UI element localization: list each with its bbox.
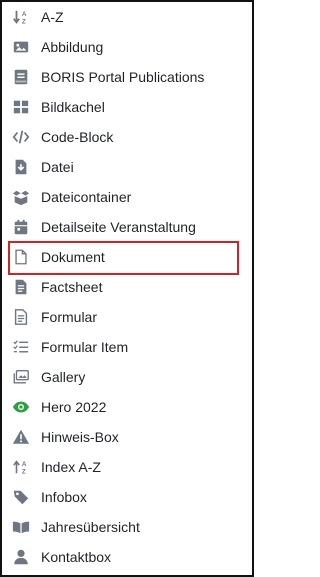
list-item-label: Factsheet	[41, 279, 103, 295]
tag-icon	[11, 487, 31, 507]
list-item-label: Gallery	[41, 369, 86, 385]
list-item-abbildung[interactable]: Abbildung	[2, 32, 252, 62]
list-item-label: Code-Block	[41, 129, 114, 145]
list-item-label: Dateicontainer	[41, 189, 132, 205]
list-check-icon	[11, 337, 31, 357]
svg-text:Z: Z	[22, 18, 26, 25]
list-item-label: Detailseite Veranstaltung	[41, 219, 196, 235]
list-item-label: Hero 2022	[41, 399, 107, 415]
box-open-icon	[11, 187, 31, 207]
list-item-label: A-Z	[41, 9, 64, 25]
warning-icon	[11, 427, 31, 447]
list-item-formular[interactable]: Formular	[2, 302, 252, 332]
list-item-bildkachel[interactable]: Bildkachel	[2, 92, 252, 122]
list-item-infobox[interactable]: Infobox	[2, 482, 252, 512]
list-item-label: Bildkachel	[41, 99, 105, 115]
list-item-gallery[interactable]: Gallery	[2, 362, 252, 392]
svg-text:A: A	[22, 11, 27, 18]
eye-icon	[11, 397, 31, 417]
list-item-hero-2022[interactable]: Hero 2022	[2, 392, 252, 422]
list-item-index-a-z[interactable]: AZ Index A-Z	[2, 452, 252, 482]
list-item-label: Datei	[41, 159, 74, 175]
list-item-dateicontainer[interactable]: Dateicontainer	[2, 182, 252, 212]
code-icon	[11, 127, 31, 147]
list-item-jahresuebersicht[interactable]: Jahresübersicht	[2, 512, 252, 542]
list-item-label: Abbildung	[41, 39, 104, 55]
list-item-label: Formular Item	[41, 339, 129, 355]
list-item-boris-portal-publications[interactable]: BORIS Portal Publications	[2, 62, 252, 92]
tiles-icon	[11, 97, 31, 117]
images-icon	[11, 367, 31, 387]
list-item-label: Formular	[41, 309, 98, 325]
selection-highlight	[8, 241, 239, 275]
book-icon	[11, 67, 31, 87]
list-item-datei[interactable]: Datei	[2, 152, 252, 182]
svg-text:A: A	[22, 461, 27, 468]
sort-az-icon: AZ	[11, 7, 31, 27]
list-item-label: BORIS Portal Publications	[41, 69, 205, 85]
calendar-icon	[11, 217, 31, 237]
open-book-icon	[11, 517, 31, 537]
list-item-kontaktbox[interactable]: Kontaktbox	[2, 542, 252, 572]
list-item-label: Kontaktbox	[41, 549, 112, 565]
list-item-code-block[interactable]: Code-Block	[2, 122, 252, 152]
form-icon	[11, 307, 31, 327]
file-download-icon	[11, 157, 31, 177]
list-item-formular-item[interactable]: Formular Item	[2, 332, 252, 362]
list-item-label: Hinweis-Box	[41, 429, 119, 445]
list-item-factsheet[interactable]: Factsheet	[2, 272, 252, 302]
list-item-hinweis-box[interactable]: Hinweis-Box	[2, 422, 252, 452]
content-element-list-panel: AZ A-Z Abbildung BORIS Portal Publicatio…	[0, 0, 254, 577]
user-icon	[11, 547, 31, 567]
image-icon	[11, 37, 31, 57]
list-item-label: Index A-Z	[41, 459, 101, 475]
list-item-a-z[interactable]: AZ A-Z	[2, 2, 252, 32]
list-item-detailseite-veranstaltung[interactable]: Detailseite Veranstaltung	[2, 212, 252, 242]
list-item-label: Infobox	[41, 489, 87, 505]
list-item-label: Jahresübersicht	[41, 519, 140, 535]
svg-text:Z: Z	[22, 468, 26, 475]
file-lines-icon	[11, 277, 31, 297]
sort-index-icon: AZ	[11, 457, 31, 477]
